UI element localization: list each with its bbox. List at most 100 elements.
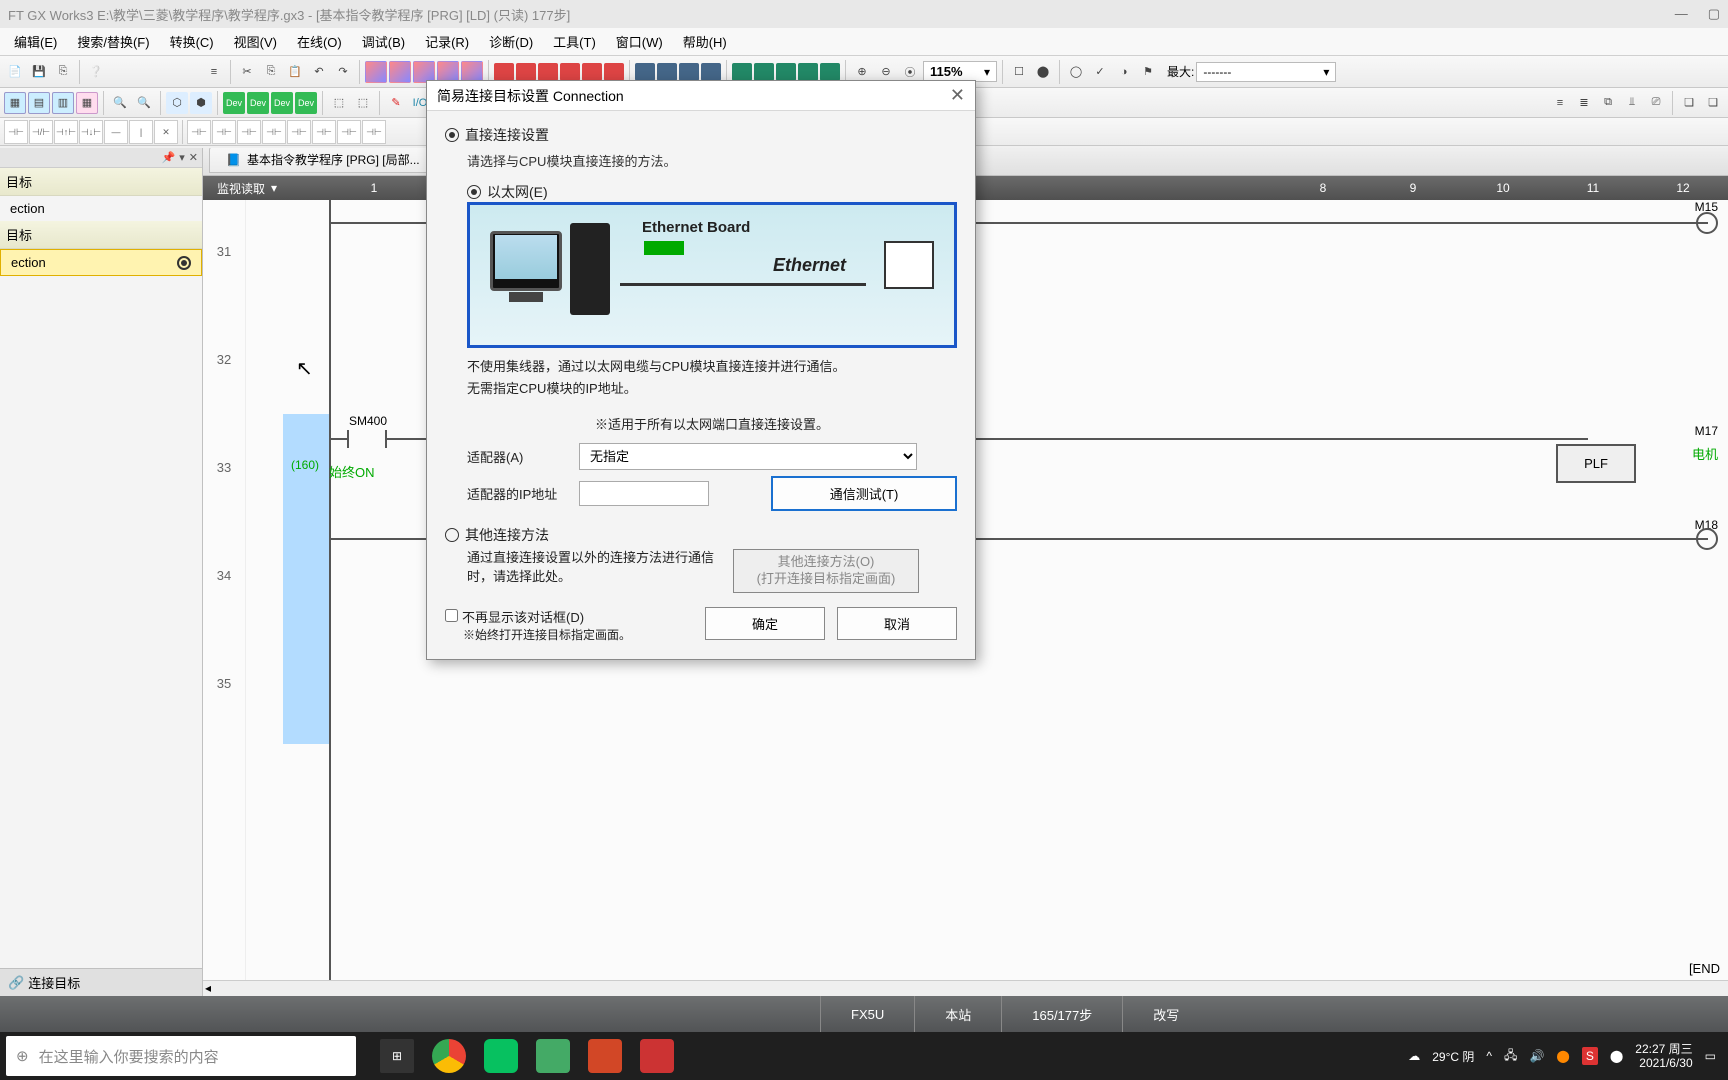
menu-debug[interactable]: 调试(B) [352, 32, 415, 51]
toolbar-btn[interactable] [582, 63, 602, 81]
pin-icon[interactable]: 📌 [162, 151, 176, 164]
dont-show-checkbox[interactable]: 不再显示该对话框(D) [445, 607, 693, 626]
toolbar-btn[interactable] [516, 63, 536, 81]
ethernet-radio[interactable]: 以太网(E) [467, 182, 957, 202]
toolbar-btn[interactable] [657, 63, 677, 81]
app-icon[interactable] [640, 1039, 674, 1073]
maximize-icon[interactable]: ▢ [1708, 6, 1720, 22]
toolbar-btn[interactable]: ◯ [1065, 61, 1087, 83]
toolbar-btn[interactable] [798, 63, 818, 81]
toolbar-btn[interactable]: Dev [223, 92, 245, 114]
undo-icon[interactable]: ↶ [308, 61, 330, 83]
toolbar-btn[interactable] [701, 63, 721, 81]
ladder-sym[interactable]: ⊣⊢saF5 [287, 120, 311, 144]
toolbar-btn[interactable]: Dev [247, 92, 269, 114]
toolbar-btn[interactable]: ≡ [203, 61, 225, 83]
ladder-sym[interactable]: ⊣⊢sF7 [187, 120, 211, 144]
toolbar-btn[interactable]: ⎘ [52, 61, 74, 83]
coil-m18[interactable] [1696, 528, 1718, 550]
toolbar-btn[interactable]: ▥ [52, 92, 74, 114]
copy-icon[interactable]: ⎘ [260, 61, 282, 83]
toolbar-btn[interactable]: ≣ [1573, 92, 1595, 114]
toolbar-btn[interactable]: ⬚ [328, 92, 350, 114]
ladder-sym[interactable]: ⊣⊢F5 [4, 120, 28, 144]
toolbar-btn[interactable]: ❏ [1702, 92, 1724, 114]
dropdown-icon[interactable]: ▾ [179, 151, 185, 164]
toolbar-btn[interactable] [389, 61, 411, 83]
checkbox-input[interactable] [445, 609, 458, 622]
cut-icon[interactable]: ✂ [236, 61, 258, 83]
toolbar-btn[interactable] [560, 63, 580, 81]
app-icon[interactable] [536, 1039, 570, 1073]
dropdown-icon[interactable]: ▾ [1323, 65, 1329, 79]
dropdown-icon[interactable]: ▾ [271, 181, 277, 195]
close-icon[interactable]: ✕ [950, 85, 965, 106]
task-view-icon[interactable]: ⊞ [380, 1039, 414, 1073]
ladder-sym[interactable]: ⊣/⊢F6 [29, 120, 53, 144]
toolbar-btn[interactable]: ◑ [1113, 61, 1135, 83]
toolbar-btn[interactable] [732, 63, 752, 81]
toolbar-btn[interactable] [820, 63, 840, 81]
toolbar-btn[interactable]: ▦ [76, 92, 98, 114]
menu-edit[interactable]: 编辑(E) [4, 32, 67, 51]
toolbar-btn[interactable]: ✎ [385, 92, 407, 114]
powerpoint-icon[interactable] [588, 1039, 622, 1073]
direct-connection-radio[interactable]: 直接连接设置 [445, 125, 957, 145]
cancel-button[interactable]: 取消 [837, 607, 957, 640]
network-icon[interactable]: 🖧 [1504, 1046, 1517, 1067]
toolbar-btn[interactable]: ❏ [1678, 92, 1700, 114]
ladder-sym[interactable]: ⊣⊢saF7 [337, 120, 361, 144]
ladder-sym[interactable]: |sF9 [129, 120, 153, 144]
ladder-sym[interactable]: ⊣⊢aF7 [237, 120, 261, 144]
ladder-sym[interactable]: ⊣↑⊢sF5 [54, 120, 78, 144]
menu-record[interactable]: 记录(R) [415, 32, 479, 51]
ladder-sym[interactable]: ⊣⊢saF6 [312, 120, 336, 144]
max-combo[interactable]: ------- ▾ [1196, 62, 1336, 82]
toolbar-btn[interactable] [365, 61, 387, 83]
toolbar-btn[interactable] [776, 63, 796, 81]
paste-icon[interactable]: 📋 [284, 61, 306, 83]
monitor-read-button[interactable]: 监视读取 ▾ [203, 180, 329, 197]
toolbar-btn[interactable]: ⚑ [1137, 61, 1159, 83]
adapter-select[interactable]: 无指定 [579, 443, 917, 470]
tray-chevron-icon[interactable]: ^ [1486, 1049, 1492, 1063]
toolbar-btn[interactable] [494, 63, 514, 81]
comm-test-button[interactable]: 通信测试(T) [771, 476, 957, 511]
toolbar-btn[interactable]: ≡ [1549, 92, 1571, 114]
notification-icon[interactable]: ▭ [1705, 1049, 1716, 1063]
menu-online[interactable]: 在线(O) [287, 32, 352, 51]
toolbar-btn[interactable] [679, 63, 699, 81]
zoom-combo[interactable]: ▾ [923, 61, 997, 82]
toolbar-btn[interactable]: ⬢ [190, 92, 212, 114]
toolbar-btn[interactable]: ▦ [4, 92, 26, 114]
ladder-sym[interactable]: ⊣⊢aF8 [262, 120, 286, 144]
menu-view[interactable]: 视图(V) [224, 32, 287, 51]
ladder-sym[interactable]: ⊣⊢sF8 [212, 120, 236, 144]
ladder-sym[interactable]: ⊣⊢saF8 [362, 120, 386, 144]
ladder-sym[interactable]: ✕cF10 [154, 120, 178, 144]
close-icon[interactable]: ✕ [189, 151, 198, 164]
contact-sm400[interactable] [347, 430, 387, 448]
redo-icon[interactable]: ↷ [332, 61, 354, 83]
dropdown-icon[interactable]: ▾ [984, 65, 990, 79]
tray-icon[interactable]: ⬤ [1556, 1049, 1569, 1063]
menu-window[interactable]: 窗口(W) [606, 32, 673, 51]
toolbar-btn[interactable]: ▤ [28, 92, 50, 114]
zoom-value[interactable] [930, 64, 980, 79]
save-icon[interactable]: 💾 [28, 61, 50, 83]
ladder-sym[interactable]: ⊣↓⊢sF6 [79, 120, 103, 144]
help-icon[interactable]: ❔ [85, 61, 107, 83]
toolbar-btn[interactable]: ⬤ [1032, 61, 1054, 83]
toolbar-btn[interactable] [538, 63, 558, 81]
menu-tool[interactable]: 工具(T) [543, 32, 606, 51]
menu-convert[interactable]: 转换(C) [160, 32, 224, 51]
toolbar-btn[interactable]: 📄 [4, 61, 26, 83]
ok-button[interactable]: 确定 [705, 607, 825, 640]
toolbar-btn[interactable] [635, 63, 655, 81]
nav-bottom-tab[interactable]: 🔗 连接目标 [0, 968, 202, 996]
toolbar-btn[interactable]: ⎚ [1645, 92, 1667, 114]
chrome-icon[interactable] [432, 1039, 466, 1073]
menu-diagnose[interactable]: 诊断(D) [479, 32, 543, 51]
nav-item-selected[interactable]: ection [0, 249, 202, 276]
toolbar-btn[interactable]: 🔍 [133, 92, 155, 114]
